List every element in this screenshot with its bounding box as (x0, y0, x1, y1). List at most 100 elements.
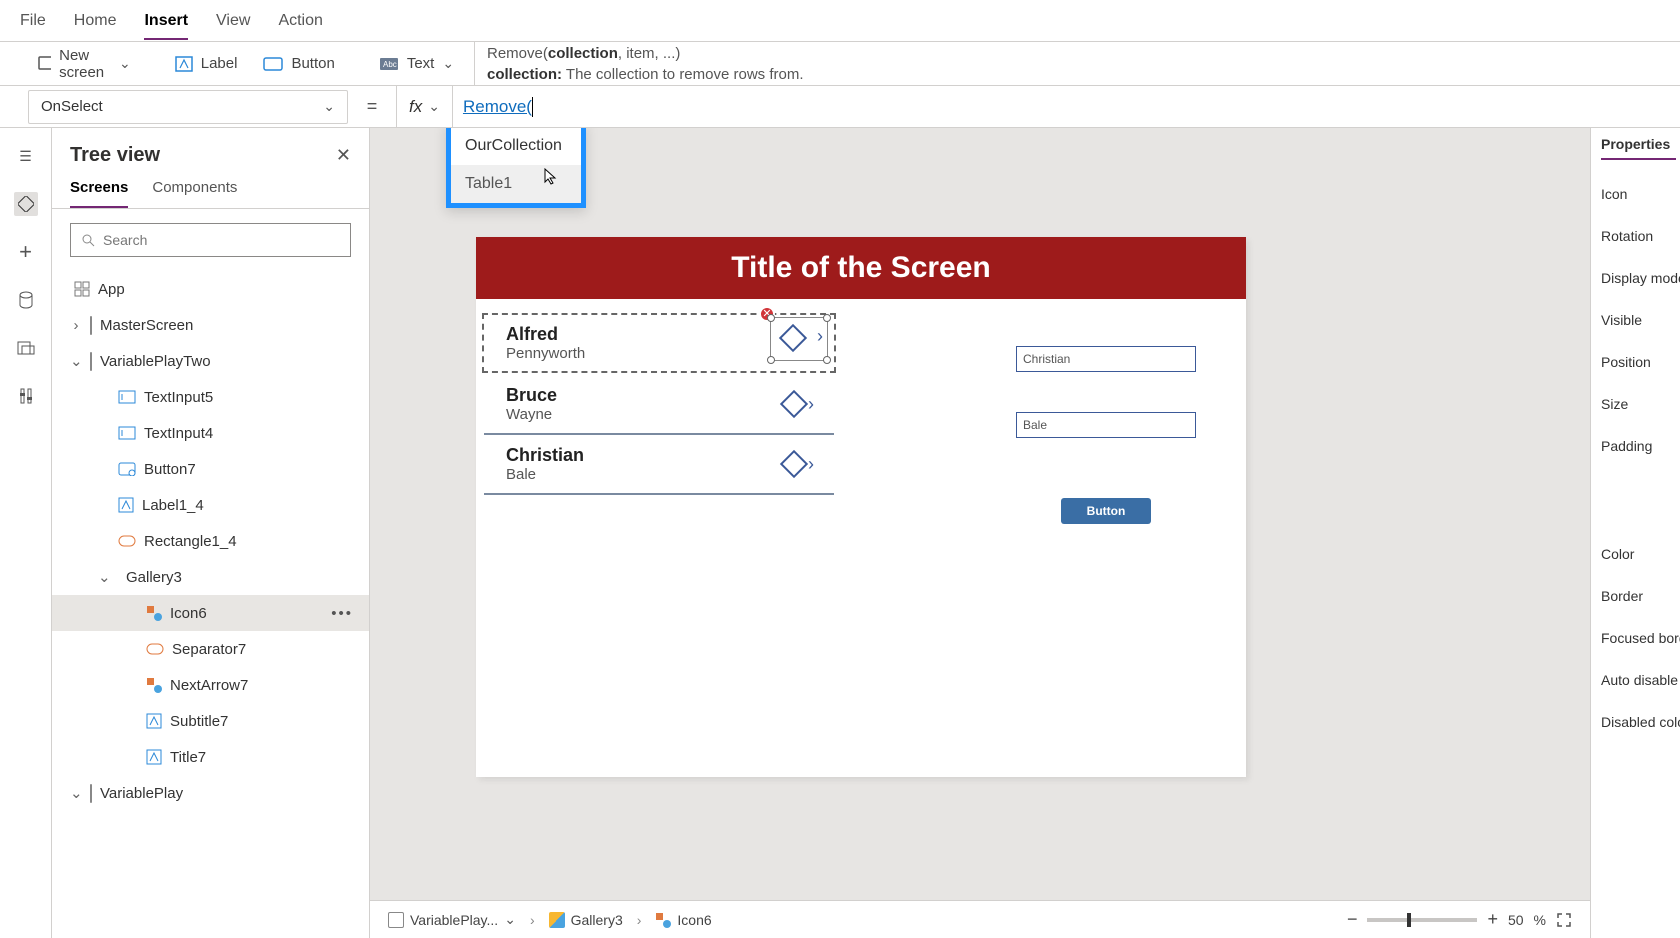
tree-node[interactable]: ⌄VariablePlay (52, 775, 369, 811)
formula-bar: OnSelect = fx Remove( (0, 86, 1680, 128)
properties-panel: Properties Icon Rotation Display mode Vi… (1590, 128, 1680, 938)
prop-row[interactable]: Display mode (1601, 270, 1676, 286)
screen-icon (388, 912, 404, 928)
menu-file[interactable]: File (20, 12, 46, 30)
label-button[interactable]: Label (165, 51, 248, 76)
prop-row[interactable]: Rotation (1601, 228, 1676, 244)
tree-node[interactable]: Button7 (52, 451, 369, 487)
gallery-row[interactable]: ChristianBale› (484, 435, 834, 495)
left-rail: ☰ + (0, 128, 52, 938)
menu-insert[interactable]: Insert (144, 12, 188, 40)
property-selector[interactable]: OnSelect (28, 90, 348, 124)
gallery-subtitle: Wayne (506, 406, 557, 423)
tree-node[interactable]: Icon6••• (52, 595, 369, 631)
tree-node[interactable]: › MasterScreen (52, 307, 369, 343)
zoom-slider[interactable] (1367, 918, 1477, 922)
tools-icon[interactable] (14, 384, 38, 408)
tree-node-label: TextInput5 (144, 389, 213, 406)
chevron-down-icon (428, 98, 440, 115)
breadcrumb-screen[interactable]: VariablePlay... (388, 911, 516, 928)
search-icon (81, 233, 95, 247)
prop-row[interactable]: Padding (1601, 438, 1676, 454)
svg-text:Abc: Abc (383, 60, 397, 69)
data-icon[interactable] (14, 288, 38, 312)
tree-node[interactable]: TextInput5 (52, 379, 369, 415)
tree-node-label: MasterScreen (100, 317, 193, 334)
tree-node-label: VariablePlay (100, 785, 183, 802)
prop-row[interactable]: Icon (1601, 186, 1676, 202)
tab-components[interactable]: Components (152, 179, 237, 208)
tree-node-app[interactable]: App (52, 271, 369, 307)
breadcrumb-control[interactable]: Icon6 (655, 912, 711, 928)
prop-row[interactable]: Disabled color (1601, 714, 1676, 730)
text-input-2[interactable] (1016, 412, 1196, 438)
menu-home[interactable]: Home (74, 12, 117, 30)
chevron-down-icon (504, 911, 516, 928)
sig-prefix: Remove( (487, 45, 548, 62)
tree-view-icon[interactable] (14, 192, 38, 216)
button-icon (263, 57, 283, 71)
formula-input[interactable]: Remove( (453, 86, 1680, 127)
node-icon (118, 390, 136, 404)
media-icon[interactable] (14, 336, 38, 360)
menu-action[interactable]: Action (278, 12, 322, 30)
menu-view[interactable]: View (216, 12, 250, 30)
prop-row[interactable]: Focused border (1601, 630, 1676, 646)
selection-handles[interactable]: ✕› (770, 317, 828, 361)
tree-node[interactable]: ⌄VariablePlayTwo (52, 343, 369, 379)
tree-node[interactable]: Separator7 (52, 631, 369, 667)
tree-node-label: NextArrow7 (170, 677, 248, 694)
close-icon[interactable]: ✕ (336, 145, 351, 166)
zoom-in-button[interactable]: + (1487, 909, 1498, 930)
chevron-right-icon (637, 912, 642, 928)
zoom-controls: − + 50 % (1347, 909, 1572, 930)
text-button[interactable]: Abc Text (369, 51, 464, 76)
tab-screens[interactable]: Screens (70, 179, 128, 208)
prop-row[interactable]: Position (1601, 354, 1676, 370)
new-screen-button[interactable]: New screen (28, 43, 141, 85)
gallery-row[interactable]: BruceWayne› (484, 375, 834, 435)
formula-signature-help: Remove(collection, item, ...) collection… (462, 42, 1680, 86)
prop-row[interactable]: Visible (1601, 312, 1676, 328)
tree-node[interactable]: NextArrow7 (52, 667, 369, 703)
prop-row[interactable]: Auto disable (1601, 672, 1676, 688)
sig-rest: , item, ...) (618, 45, 681, 62)
breadcrumb-gallery[interactable]: Gallery3 (549, 912, 623, 928)
fx-toggle[interactable]: fx (396, 86, 453, 127)
fit-to-window-icon[interactable] (1556, 912, 1572, 928)
prop-row[interactable]: Size (1601, 396, 1676, 412)
intellisense-option[interactable]: Table1 (451, 165, 581, 203)
tree-node[interactable]: ⌄Gallery3 (52, 559, 369, 595)
text-input-1[interactable] (1016, 346, 1196, 372)
chevron-down-icon (119, 55, 131, 72)
tree-node[interactable]: TextInput4 (52, 415, 369, 451)
gallery: AlfredPennyworth✕›BruceWayne›ChristianBa… (476, 313, 842, 495)
zoom-out-button[interactable]: − (1347, 909, 1358, 930)
tab-properties[interactable]: Properties (1601, 136, 1676, 160)
tree-node-label: App (98, 281, 125, 298)
tree-items: App › MasterScreen ⌄VariablePlayTwo TextInp… (52, 271, 369, 938)
inputs-area: Button (1016, 346, 1196, 524)
screen-icon (38, 56, 51, 72)
caret-icon: › (70, 317, 82, 334)
more-icon[interactable]: ••• (331, 605, 353, 622)
diamond-icon (779, 324, 807, 352)
prop-row[interactable]: Border (1601, 588, 1676, 604)
intellisense-option[interactable]: OurCollection (451, 128, 581, 165)
tree-node-label: Subtitle7 (170, 713, 228, 730)
search-input[interactable]: Search (70, 223, 351, 257)
tree-node[interactable]: Rectangle1_4 (52, 523, 369, 559)
insert-icon[interactable]: + (14, 240, 38, 264)
gallery-row[interactable]: AlfredPennyworth✕› (482, 313, 836, 373)
hamburger-icon[interactable]: ☰ (14, 144, 38, 168)
prop-row[interactable]: Color (1601, 546, 1676, 562)
property-selector-value: OnSelect (41, 98, 103, 115)
tree-node[interactable]: Label1_4 (52, 487, 369, 523)
text-btn-text: Text (407, 55, 435, 72)
canvas-button[interactable]: Button (1061, 498, 1151, 524)
tree-node[interactable]: Title7 (52, 739, 369, 775)
chevron-right-icon: › (808, 454, 814, 475)
tree-node[interactable]: Subtitle7 (52, 703, 369, 739)
label-btn-text: Label (201, 55, 238, 72)
button-button[interactable]: Button (253, 51, 344, 76)
